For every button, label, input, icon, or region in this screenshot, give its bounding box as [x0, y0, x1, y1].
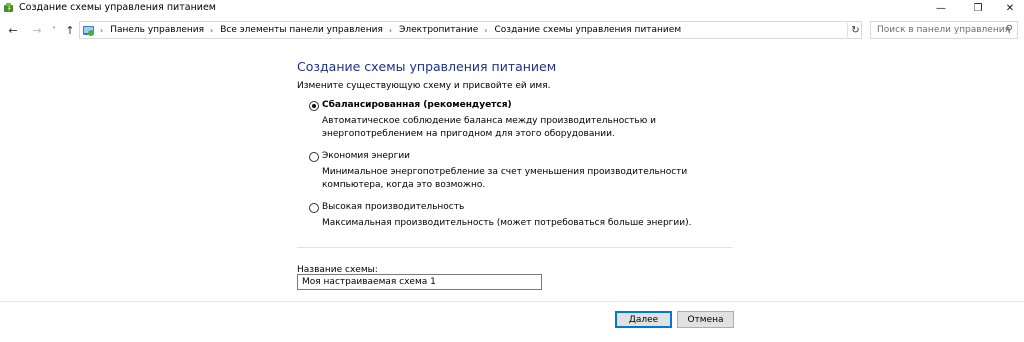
- refresh-icon: ↻: [851, 24, 860, 36]
- search-icon: ⚲: [1005, 24, 1013, 35]
- address-bar[interactable]: › Панель управления › Все элементы панел…: [79, 21, 862, 39]
- maximize-button[interactable]: ❐: [963, 0, 993, 16]
- search-placeholder: Поиск в панели управления: [877, 25, 1010, 35]
- close-button[interactable]: ✕: [995, 0, 1024, 16]
- plan-description-balanced: Автоматическое соблюдение баланса между …: [322, 116, 656, 139]
- minimize-button[interactable]: —: [926, 0, 956, 16]
- back-arrow-icon: ←: [8, 23, 18, 37]
- control-panel-icon: [83, 26, 94, 36]
- radio-high-performance[interactable]: [309, 203, 319, 213]
- recent-locations-button[interactable]: ˅: [47, 22, 61, 38]
- forward-arrow-icon: →: [32, 23, 42, 37]
- title-bar: Создание схемы управления питанием — ❐ ✕: [0, 0, 1024, 16]
- plan-description-power-saver: Минимальное энергопотребление за счет ум…: [322, 167, 688, 190]
- radio-power-saver[interactable]: [309, 152, 319, 162]
- window-title: Создание схемы управления питанием: [19, 2, 216, 13]
- breadcrumb-separator[interactable]: ›: [210, 26, 213, 35]
- breadcrumb-item-control-panel[interactable]: Панель управления: [110, 25, 204, 35]
- chevron-down-icon: ˅: [52, 25, 56, 35]
- cancel-button[interactable]: Отмена: [677, 311, 734, 328]
- back-button[interactable]: ←: [6, 22, 20, 38]
- page-title: Создание схемы управления питанием: [297, 59, 557, 74]
- plan-name-high-performance[interactable]: Высокая производительность: [322, 202, 464, 212]
- forward-button[interactable]: →: [30, 22, 44, 38]
- breadcrumb-separator: ›: [100, 25, 104, 35]
- search-input[interactable]: Поиск в панели управления ⚲: [870, 21, 1018, 39]
- up-arrow-icon: ↑: [65, 23, 75, 37]
- footer-divider: [0, 301, 1024, 302]
- breadcrumb-separator[interactable]: ›: [389, 26, 392, 35]
- minimize-icon: —: [936, 2, 946, 14]
- plan-name-power-saver[interactable]: Экономия энергии: [322, 151, 410, 161]
- close-icon: ✕: [1005, 2, 1015, 14]
- maximize-icon: ❐: [973, 2, 983, 14]
- plan-description-high-performance: Максимальная производительность (может п…: [322, 218, 692, 228]
- next-button[interactable]: Далее: [615, 311, 672, 328]
- up-button[interactable]: ↑: [63, 22, 77, 38]
- divider: [297, 247, 732, 248]
- breadcrumb-item-power-options[interactable]: Электропитание: [399, 25, 478, 35]
- breadcrumb-separator[interactable]: ›: [484, 26, 487, 35]
- breadcrumb-item-create-plan[interactable]: Создание схемы управления питанием: [495, 25, 682, 35]
- navigation-bar: ← → ˅ ↑ › Панель управления › Все элемен…: [0, 19, 1024, 41]
- page-instructions: Измените существующую схему и присвойте …: [297, 81, 551, 91]
- plan-name-balanced[interactable]: Сбалансированная (рекомендуется): [322, 100, 512, 110]
- radio-balanced[interactable]: [309, 101, 319, 111]
- breadcrumb-item-all-items[interactable]: Все элементы панели управления: [220, 25, 383, 35]
- power-options-icon: [4, 3, 13, 12]
- plan-name-field[interactable]: [297, 274, 542, 290]
- refresh-button[interactable]: ↻: [847, 23, 863, 37]
- breadcrumb: › Панель управления › Все элементы панел…: [98, 25, 681, 35]
